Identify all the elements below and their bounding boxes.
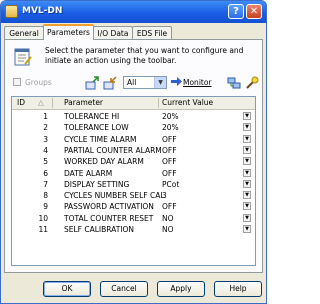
- row-id: 9: [43, 202, 48, 212]
- groups-checkbox[interactable]: [13, 78, 21, 86]
- row-parameter: WORKED DAY ALARM: [64, 157, 144, 167]
- row-parameter: SELF CALIBRATION: [64, 225, 135, 234]
- table-row[interactable]: 2 TOLERANCE LOW 20% ▼: [12, 122, 255, 133]
- tab-general[interactable]: General: [4, 26, 44, 39]
- column-id[interactable]: ID: [17, 98, 25, 107]
- row-parameter: PASSWORD ACTIVATION: [64, 202, 154, 212]
- chevron-down-icon[interactable]: ▼: [243, 191, 251, 200]
- row-value[interactable]: PCot: [162, 180, 179, 189]
- row-id: 2: [43, 123, 48, 133]
- row-parameter: TOTAL COUNTER RESET: [64, 213, 154, 223]
- dialog-window: MVL-DN ? ✕ General Parameters I/O Data E…: [0, 0, 267, 304]
- row-id: 3: [43, 134, 48, 144]
- chevron-down-icon[interactable]: ▼: [243, 213, 251, 222]
- row-id: 6: [43, 168, 48, 178]
- column-current-value[interactable]: Current Value: [162, 98, 213, 107]
- ok-button[interactable]: OK: [43, 281, 91, 297]
- table-row[interactable]: 7 DISPLAY SETTING PCot ▼: [12, 179, 255, 190]
- chevron-down-icon[interactable]: ▼: [243, 134, 251, 143]
- table-row[interactable]: 6 DATE ALARM OFF ▼: [12, 168, 255, 179]
- table-row[interactable]: 8 CYCLES NUMBER SELF CAL 3 ▼: [12, 190, 255, 201]
- table-row[interactable]: 1 TOLERANCE HI 20% ▼: [12, 111, 255, 122]
- row-parameter: CYCLES NUMBER SELF CAL: [64, 191, 165, 201]
- row-parameter: TOLERANCE HI: [64, 112, 120, 121]
- table-row[interactable]: 11 SELF CALIBRATION NO ▼: [12, 224, 255, 235]
- row-value[interactable]: 20%: [162, 112, 179, 121]
- row-id: 8: [43, 191, 48, 201]
- row-id: 4: [43, 145, 48, 155]
- download-icon[interactable]: [85, 76, 99, 90]
- dialog-footer: OK Cancel Apply Help: [1, 273, 266, 303]
- grid-header: ID △ Parameter Current Value: [12, 97, 255, 110]
- row-value[interactable]: OFF: [162, 135, 177, 144]
- network-icon[interactable]: [227, 76, 241, 90]
- row-id: 11: [38, 225, 48, 234]
- title-bar[interactable]: MVL-DN ? ✕: [1, 1, 266, 23]
- row-parameter: CYCLE TIME ALARM: [64, 134, 137, 144]
- help-button[interactable]: Help: [214, 281, 262, 297]
- chevron-down-icon[interactable]: ▼: [243, 179, 251, 188]
- row-parameter: TOLERANCE LOW: [64, 123, 129, 133]
- table-row[interactable]: 5 WORKED DAY ALARM OFF ▼: [12, 156, 255, 167]
- parameter-grid: ID △ Parameter Current Value 1 TOLERANCE …: [11, 96, 256, 266]
- row-value[interactable]: OFF: [162, 157, 177, 166]
- row-value[interactable]: OFF: [162, 169, 177, 178]
- chevron-down-icon[interactable]: ▼: [243, 123, 251, 132]
- column-divider: [52, 98, 53, 108]
- filter-select[interactable]: All ▼: [123, 76, 167, 89]
- chevron-down-icon[interactable]: ▼: [243, 225, 251, 233]
- table-row[interactable]: 3 CYCLE TIME ALARM OFF ▼: [12, 134, 255, 145]
- cancel-button[interactable]: Cancel: [100, 281, 148, 297]
- column-parameter[interactable]: Parameter: [64, 98, 103, 107]
- row-value[interactable]: NO: [162, 214, 174, 223]
- chevron-down-icon[interactable]: ▼: [243, 145, 251, 154]
- chevron-down-icon[interactable]: ▼: [243, 112, 251, 120]
- apply-button[interactable]: Apply: [157, 281, 205, 297]
- filter-value: All: [127, 78, 137, 87]
- chevron-down-icon[interactable]: ▼: [154, 77, 166, 88]
- row-value[interactable]: NO: [162, 225, 174, 234]
- row-id: 5: [43, 157, 48, 167]
- tab-parameters[interactable]: Parameters: [43, 24, 94, 40]
- row-value[interactable]: OFF: [162, 146, 177, 155]
- close-button[interactable]: ✕: [246, 4, 262, 19]
- groups-label: Groups: [25, 78, 52, 87]
- help-title-button[interactable]: ?: [228, 4, 244, 19]
- row-value[interactable]: 20%: [162, 123, 179, 132]
- toolbar: Groups All ▼ Monitor: [5, 75, 262, 91]
- row-id: 10: [38, 213, 48, 223]
- upload-icon[interactable]: [103, 76, 117, 90]
- instruction-text: Select the parameter that you want to co…: [45, 46, 244, 65]
- column-divider: [158, 98, 159, 108]
- wizard-icon[interactable]: [245, 76, 259, 90]
- table-row[interactable]: 4 PARTIAL COUNTER ALARM OFF ▼: [12, 145, 255, 156]
- table-row[interactable]: 9 PASSWORD ACTIVATION OFF ▼: [12, 201, 255, 212]
- chevron-down-icon[interactable]: ▼: [243, 202, 251, 211]
- chevron-down-icon[interactable]: ▼: [243, 168, 251, 177]
- parameters-panel: Select the parameter that you want to co…: [4, 39, 263, 273]
- tab-io-data[interactable]: I/O Data: [93, 26, 133, 39]
- tab-eds-file[interactable]: EDS File: [132, 26, 172, 39]
- row-parameter: PARTIAL COUNTER ALARM: [64, 145, 162, 155]
- row-value[interactable]: OFF: [162, 202, 177, 211]
- row-parameter: DISPLAY SETTING: [64, 179, 130, 189]
- row-value[interactable]: 3: [162, 191, 167, 200]
- row-parameter: DATE ALARM: [64, 168, 113, 178]
- app-icon: [5, 5, 18, 18]
- window-title: MVL-DN: [22, 6, 63, 16]
- row-id: 1: [43, 112, 48, 121]
- row-id: 7: [43, 179, 48, 189]
- chevron-down-icon[interactable]: ▼: [243, 157, 251, 166]
- sort-icon: △: [38, 98, 44, 107]
- monitor-link[interactable]: Monitor: [183, 78, 212, 87]
- monitor-arrow-icon: [171, 77, 182, 86]
- notepad-icon: [14, 48, 32, 66]
- table-row[interactable]: 10 TOTAL COUNTER RESET NO ▼: [12, 213, 255, 224]
